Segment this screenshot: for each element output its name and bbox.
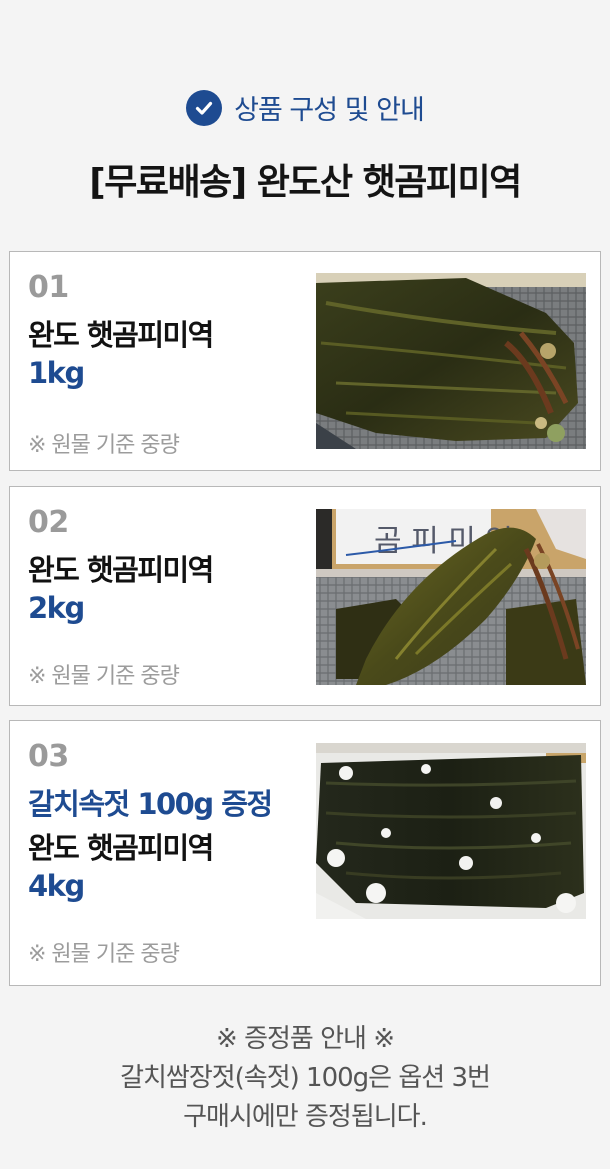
product-title: [무료배송] 완도산 햇곰피미역 [89,162,522,203]
option-number: 02 [28,505,69,540]
section-subtitle-row: 상품 구성 및 안내 [0,88,610,127]
option-product-name: 완도 햇곰피미역 [28,318,214,352]
check-circle-icon [186,89,223,126]
option-weight: 4kg [28,869,85,903]
option-product-name: 완도 햇곰피미역 [28,553,214,587]
option-card-1[interactable]: 01 완도 햇곰피미역 1kg ※ 원물 기준 중량 [9,251,601,471]
gift-notice-heading: ※ 증정품 안내 ※ [216,1024,395,1054]
gift-notice: ※ 증정품 안내 ※ 갈치쌈장젓(속젓) 100g은 옵션 3번 구매시에만 증… [0,1020,610,1137]
seaweed-in-box-photo [316,273,586,449]
gift-notice-line: 갈치쌈장젓(속젓) 100g은 옵션 3번 [120,1063,491,1093]
gift-notice-line: 구매시에만 증정됩니다. [183,1102,428,1132]
seaweed-on-ice-photo [316,743,586,919]
weight-note: ※ 원물 기준 중량 [28,433,180,458]
seaweed-held-up-photo: 곰 피 미 역 [316,509,586,685]
option-gift-label: 갈치속젓 100g 증정 [28,787,273,821]
option-product-name: 완도 햇곰피미역 [28,831,214,865]
option-card-2[interactable]: 02 완도 햇곰피미역 2kg ※ 원물 기준 중량 곰 피 미 역 [9,486,601,706]
section-header: 상품 구성 및 안내 [무료배송] 완도산 햇곰피미역 [0,88,610,205]
weight-note: ※ 원물 기준 중량 [28,942,180,967]
option-weight: 1kg [28,356,85,390]
option-weight: 2kg [28,591,85,625]
weight-note: ※ 원물 기준 중량 [28,664,180,689]
section-subtitle: 상품 구성 및 안내 [234,95,425,126]
option-number: 01 [28,270,69,305]
option-number: 03 [28,739,69,774]
option-card-3[interactable]: 03 갈치속젓 100g 증정 완도 햇곰피미역 4kg ※ 원물 기준 중량 [9,720,601,986]
